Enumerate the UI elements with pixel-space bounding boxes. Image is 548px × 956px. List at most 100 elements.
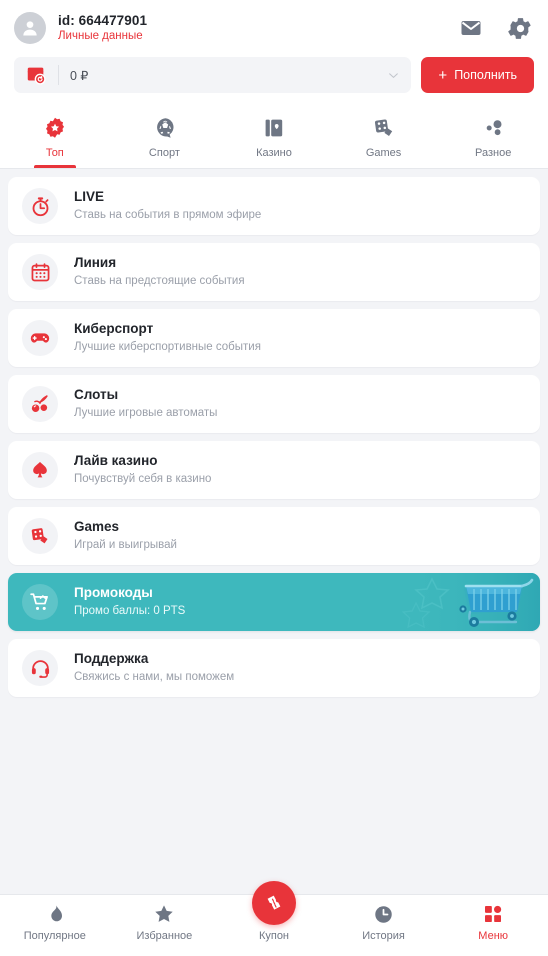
menu-item-title: Киберспорт <box>74 321 154 337</box>
menu-item-subtitle: Играй и выигрывай <box>74 539 177 552</box>
menu-item-text: Лайв казино Почувствуй себя в казино <box>74 453 211 486</box>
stopwatch-icon <box>32 196 48 216</box>
menu-item-title: Лайв казино <box>74 453 158 469</box>
menu-item-live-casino[interactable]: Лайв казино Почувствуй себя в казино <box>8 441 540 499</box>
header-actions <box>459 16 534 41</box>
menu-item-title: LIVE <box>74 189 105 205</box>
coupon-fab-wrapper <box>219 881 329 925</box>
menu-item-title: Слоты <box>74 387 119 403</box>
menu-item-text: Промокоды Промо баллы: 0 PTS <box>74 585 185 618</box>
menu-item-live[interactable]: LIVE Ставь на события в прямом эфире <box>8 177 540 235</box>
tab-label: Спорт <box>148 147 180 159</box>
chevron-down-icon <box>389 72 399 78</box>
menu-item-title: Поддержка <box>74 651 149 667</box>
mail-icon[interactable] <box>459 16 483 40</box>
menu-item-subtitle: Почувствуй себя в казино <box>74 473 212 486</box>
menu-item-subtitle: Лучшие киберспортивные события <box>74 341 261 354</box>
tab-misc[interactable]: Разное <box>438 106 548 168</box>
gear-icon[interactable] <box>507 16 532 41</box>
tab-games[interactable]: Games <box>329 106 439 168</box>
menu-item-title: Games <box>74 519 120 535</box>
plus-icon: + <box>438 66 448 84</box>
menu-item-title: Промокоды <box>74 585 153 601</box>
star-icon <box>153 903 175 925</box>
icon-container <box>22 386 58 422</box>
coupon-fab[interactable] <box>251 881 296 925</box>
wallet-refresh-icon <box>27 67 46 85</box>
balance-row: 0 ₽ + Пополнить <box>14 57 534 93</box>
header: id: 664477901 Личные данные 0 ₽ + Пополн… <box>0 0 548 103</box>
promo-cart-illustration <box>398 573 540 631</box>
tab-label: Топ <box>45 147 64 159</box>
menu-item-text: Киберспорт Лучшие киберспортивные событи… <box>74 321 261 354</box>
menu-item-text: LIVE Ставь на события в прямом эфире <box>74 189 261 222</box>
cog-star-icon <box>43 114 67 142</box>
cherries-icon <box>31 395 48 412</box>
avatar[interactable] <box>14 12 46 44</box>
bottom-navigation: Популярное Избранное Купон История Меню <box>0 881 548 956</box>
menu-item-text: Games Играй и выигрывай <box>74 519 177 552</box>
gamepad-icon <box>30 333 50 343</box>
user-id-label: id: 664477901 <box>58 12 148 28</box>
menu-item-slots[interactable]: Слоты Лучшие игровые автоматы <box>8 375 540 433</box>
icon-container <box>22 518 58 554</box>
menu-item-subtitle: Лучшие игровые автоматы <box>74 407 218 420</box>
icon-container <box>22 452 58 488</box>
app-screen: id: 664477901 Личные данные 0 ₽ + Пополн… <box>0 0 548 956</box>
tab-casino[interactable]: Казино <box>219 106 329 168</box>
icon-container <box>22 320 58 356</box>
grid-menu-icon <box>483 903 503 925</box>
tab-label: Казино <box>256 147 292 159</box>
personal-data-link[interactable]: Личные данные <box>58 30 147 44</box>
menu-item-line[interactable]: Линия Ставь на предстоящие события <box>8 243 540 301</box>
menu-item-subtitle: Ставь на события в прямом эфире <box>74 209 262 222</box>
menu-item-text: Линия Ставь на предстоящие события <box>74 255 245 288</box>
nav-label: Купон <box>258 930 290 942</box>
headset-icon <box>31 659 49 678</box>
flame-icon <box>45 903 65 925</box>
spade-icon <box>33 461 47 478</box>
menu-item-promocodes[interactable]: Промокоды Промо баллы: 0 PTS <box>8 573 540 631</box>
icon-container <box>22 650 58 686</box>
menu-item-subtitle: Промо баллы: 0 PTS <box>74 605 186 618</box>
menu-item-subtitle: Свяжись с нами, мы поможем <box>74 671 235 684</box>
menu-item-esports[interactable]: Киберспорт Лучшие киберспортивные событи… <box>8 309 540 367</box>
nav-label: Избранное <box>136 930 193 942</box>
nav-item-popular[interactable]: Популярное <box>0 903 110 942</box>
tab-sport[interactable]: Спорт <box>110 106 220 168</box>
icon-container <box>22 254 58 290</box>
ticket-icon <box>267 895 281 910</box>
shopping-cart-icon <box>30 593 48 610</box>
menu-item-games[interactable]: Games Играй и выигрывай <box>8 507 540 565</box>
topup-button[interactable]: + Пополнить <box>421 57 534 93</box>
topup-button-label: Пополнить <box>454 68 517 82</box>
user-info: id: 664477901 Личные данные <box>58 13 147 44</box>
soccer-ball-icon <box>152 114 176 142</box>
menu-item-title: Линия <box>74 255 117 271</box>
nav-item-history[interactable]: История <box>329 903 439 942</box>
nav-label: Популярное <box>23 930 86 942</box>
nav-item-favorites[interactable]: Избранное <box>110 903 220 942</box>
nav-item-coupon[interactable]: Купон <box>219 881 329 942</box>
icon-container <box>22 188 58 224</box>
icon-container <box>22 584 58 620</box>
balance-amount: 0 ₽ <box>70 68 89 83</box>
person-icon <box>23 21 37 36</box>
nav-label: История <box>362 930 405 942</box>
menu-item-text: Слоты Лучшие игровые автоматы <box>74 387 217 420</box>
tab-label: Разное <box>475 147 512 159</box>
menu-item-support[interactable]: Поддержка Свяжись с нами, мы поможем <box>8 639 540 697</box>
nav-item-menu[interactable]: Меню <box>438 903 548 942</box>
tab-top[interactable]: Топ <box>0 106 110 168</box>
menu-item-text: Поддержка Свяжись с нами, мы поможем <box>74 651 234 684</box>
nav-label: Меню <box>478 930 509 942</box>
wallet-divider <box>58 65 59 85</box>
dots-cluster-icon <box>481 114 505 142</box>
menu-list: LIVE Ставь на события в прямом эфире Лин… <box>0 169 548 894</box>
category-tabs: Топ Спорт Казино Games Разное <box>0 103 548 169</box>
playing-cards-icon <box>262 114 286 142</box>
clock-icon <box>373 903 394 925</box>
wallet-selector[interactable]: 0 ₽ <box>14 57 412 93</box>
header-top-row: id: 664477901 Личные данные <box>14 8 534 48</box>
tab-label: Games <box>365 147 402 159</box>
